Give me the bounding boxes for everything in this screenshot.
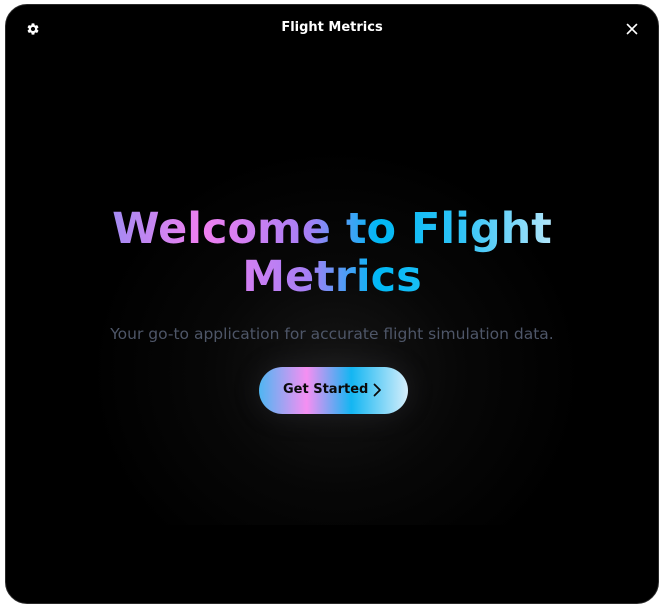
hero-subtitle: Your go-to application for accurate flig…	[110, 325, 554, 343]
chevron-right-icon	[373, 383, 381, 397]
hero-section: Welcome to Flight Metrics Your go-to app…	[6, 205, 658, 343]
get-started-button[interactable]: Get Started	[259, 367, 408, 414]
title-bar: Flight Metrics	[6, 5, 658, 53]
window-title: Flight Metrics	[281, 20, 383, 35]
get-started-label: Get Started	[283, 382, 369, 397]
welcome-headline: Welcome to Flight Metrics	[102, 205, 562, 301]
close-icon	[626, 23, 638, 35]
close-button[interactable]	[622, 19, 642, 39]
app-window: Flight Metrics Welcome to Flight Metrics…	[5, 4, 659, 604]
